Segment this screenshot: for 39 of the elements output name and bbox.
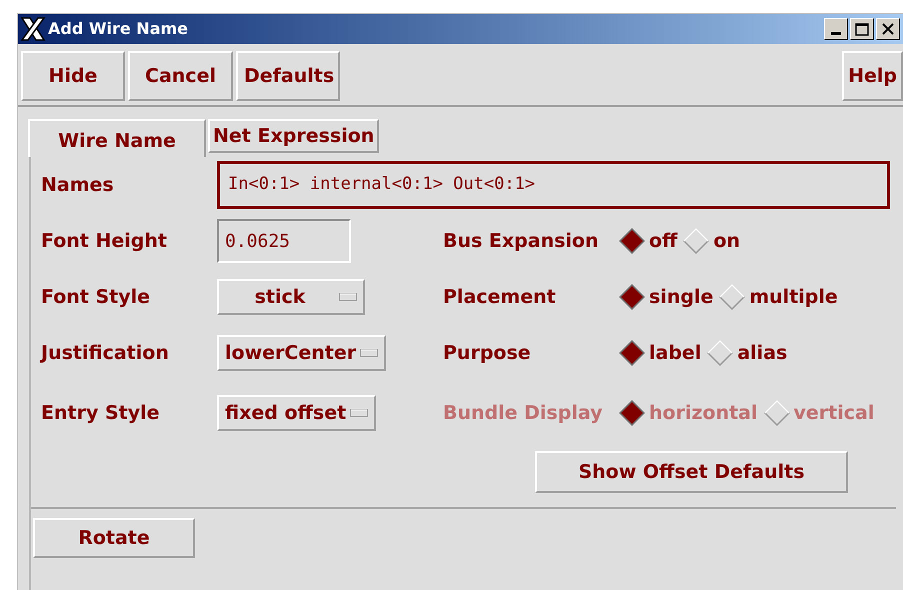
radio-option[interactable]: single	[619, 282, 714, 312]
field-label: Entry Style	[41, 400, 161, 426]
menu-indicator-icon	[339, 293, 357, 301]
toolbar-button[interactable]: Defaults	[236, 51, 340, 101]
rotate-button[interactable]: Rotate	[33, 518, 195, 558]
maximize-button[interactable]	[850, 18, 874, 40]
close-button[interactable]	[876, 18, 900, 40]
minimize-button[interactable]	[824, 18, 848, 40]
toolbar-button[interactable]: Cancel	[128, 51, 233, 101]
tab[interactable]: Wire Name	[28, 119, 206, 157]
field-label: Justification	[41, 340, 170, 366]
window-title: Add Wire Name	[48, 18, 188, 40]
radio-option[interactable]: alias	[707, 338, 788, 368]
maximize-icon	[855, 22, 869, 36]
tab[interactable]: Net Expression	[208, 119, 380, 153]
field-label: Bus Expansion	[443, 228, 600, 254]
x-logo-icon	[20, 16, 46, 42]
menu-indicator-icon	[350, 409, 368, 417]
radio-option[interactable]: multiple	[719, 282, 838, 312]
close-icon	[882, 23, 894, 35]
dropdown-menu[interactable]: lowerCenter	[217, 335, 386, 371]
font-height-input[interactable]: 0.0625	[217, 219, 351, 263]
field-label: Placement	[443, 284, 557, 310]
field-label: Names	[41, 172, 115, 198]
field-label: Purpose	[443, 340, 532, 366]
dropdown-menu[interactable]: stick	[217, 279, 365, 315]
radio-option[interactable]: label	[619, 338, 702, 368]
dropdown-menu[interactable]: fixed offset	[217, 395, 376, 431]
radio-option[interactable]: off	[619, 226, 678, 256]
help-button[interactable]: Help	[842, 51, 903, 101]
field-label: Font Style	[41, 284, 152, 310]
show-offset-defaults-button[interactable]: Show Offset Defaults	[535, 451, 848, 493]
toolbar-button[interactable]: Hide	[21, 51, 125, 101]
field-label: Bundle Display	[443, 400, 604, 426]
minimize-icon	[831, 32, 841, 35]
menu-indicator-icon	[360, 349, 378, 357]
radio-option[interactable]: on	[683, 226, 740, 256]
names-input[interactable]: In<0:1> internal<0:1> Out<0:1>	[217, 161, 890, 209]
field-label: Font Height	[41, 228, 168, 254]
